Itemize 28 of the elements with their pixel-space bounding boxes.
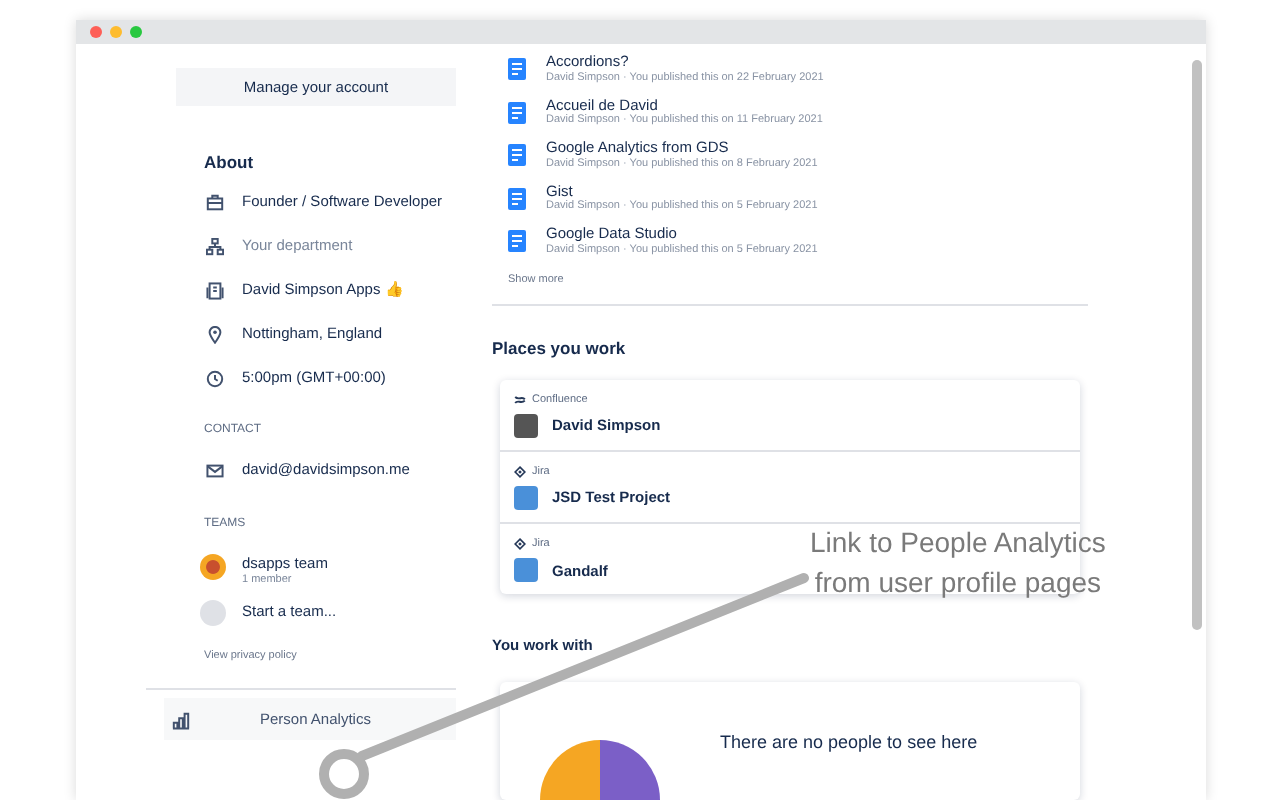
envelope-icon xyxy=(206,462,224,481)
diamond-icon xyxy=(514,465,526,478)
building-icon xyxy=(206,281,224,300)
location-pin-icon xyxy=(206,325,224,344)
document-icon xyxy=(508,230,526,253)
briefcase-icon xyxy=(206,194,224,212)
team-placeholder-avatar xyxy=(200,599,226,626)
diamond-icon xyxy=(514,538,526,551)
section-heading: Places you work xyxy=(492,335,628,361)
document-icon xyxy=(508,58,526,81)
space-avatar xyxy=(514,486,538,510)
annotation-text: Link to People Analytics from user profile pages xyxy=(810,524,1106,603)
document-icon xyxy=(508,187,526,210)
window-control[interactable] xyxy=(130,26,142,38)
empty-people-message: There are no people to see here xyxy=(720,729,978,756)
document-icon xyxy=(508,144,526,167)
window-control[interactable] xyxy=(90,26,102,38)
wave-icon xyxy=(514,393,526,406)
section-heading: About xyxy=(204,150,256,176)
bar-chart-icon xyxy=(172,711,190,729)
clock-icon xyxy=(206,369,224,387)
document-icon xyxy=(508,101,526,124)
scrollbar[interactable] xyxy=(1192,60,1202,630)
space-avatar xyxy=(514,413,538,438)
window-control[interactable] xyxy=(110,26,122,38)
team-avatar xyxy=(200,554,226,581)
space-avatar xyxy=(514,558,538,583)
hierarchy-icon xyxy=(206,237,224,256)
